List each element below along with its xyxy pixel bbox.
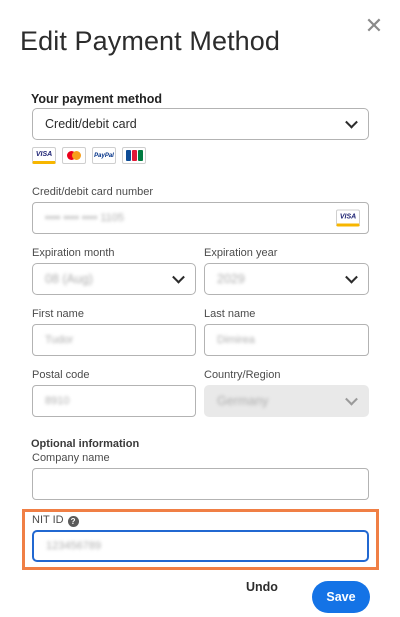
nit-id-label-text: NIT ID [32,514,64,526]
country-select[interactable]: Germany [204,385,369,417]
first-name-input[interactable]: Tudor [32,324,196,356]
card-number-label: Credit/debit card number [32,186,154,198]
payment-method-label: Your payment method [31,92,163,106]
visa-icon: VISA [32,147,56,164]
card-number-value: •••• •••• •••• 1105 [45,212,125,224]
mastercard-icon [62,147,86,164]
visa-icon: VISA [336,209,360,227]
card-number-input[interactable]: •••• •••• •••• 1105 VISA [32,202,369,234]
close-icon[interactable]: ✕ [364,15,384,37]
postal-code-label: Postal code [32,369,90,381]
country-value: Germany [217,394,269,408]
nit-id-input[interactable]: 123456789 [32,530,369,562]
payment-method-value: Credit/debit card [45,117,137,131]
exp-month-select[interactable]: 08 (Aug) [32,263,196,295]
exp-month-label: Expiration month [32,247,115,259]
postal-code-input[interactable]: 8910 [32,385,196,417]
country-label: Country/Region [204,369,281,381]
save-button[interactable]: Save [312,581,370,613]
postal-code-value: 8910 [45,395,70,407]
jcb-icon [122,147,146,164]
exp-year-label: Expiration year [204,247,278,259]
nit-id-value: 123456789 [46,540,102,552]
help-icon[interactable]: ? [67,516,79,527]
dialog-title: Edit Payment Method [20,26,281,56]
exp-year-select[interactable]: 2029 [204,263,369,295]
exp-month-value: 08 (Aug) [45,272,93,286]
last-name-value: Dimirea [217,334,255,346]
card-brand-row: VISA PayPal [32,147,146,164]
nit-id-label: NIT ID? [32,514,79,527]
chevron-down-icon [345,115,358,129]
undo-button[interactable]: Undo [246,580,278,594]
chevron-down-icon [345,392,358,406]
paypal-icon: PayPal [92,147,116,164]
company-name-label: Company name [32,452,110,464]
first-name-label: First name [32,308,84,320]
first-name-value: Tudor [45,334,74,346]
chevron-down-icon [345,270,358,284]
last-name-label: Last name [204,308,256,320]
exp-year-value: 2029 [217,272,245,286]
optional-info-label: Optional information [31,438,140,450]
last-name-input[interactable]: Dimirea [204,324,369,356]
payment-method-select[interactable]: Credit/debit card [32,108,369,140]
company-name-input[interactable] [32,468,369,500]
chevron-down-icon [172,270,185,284]
